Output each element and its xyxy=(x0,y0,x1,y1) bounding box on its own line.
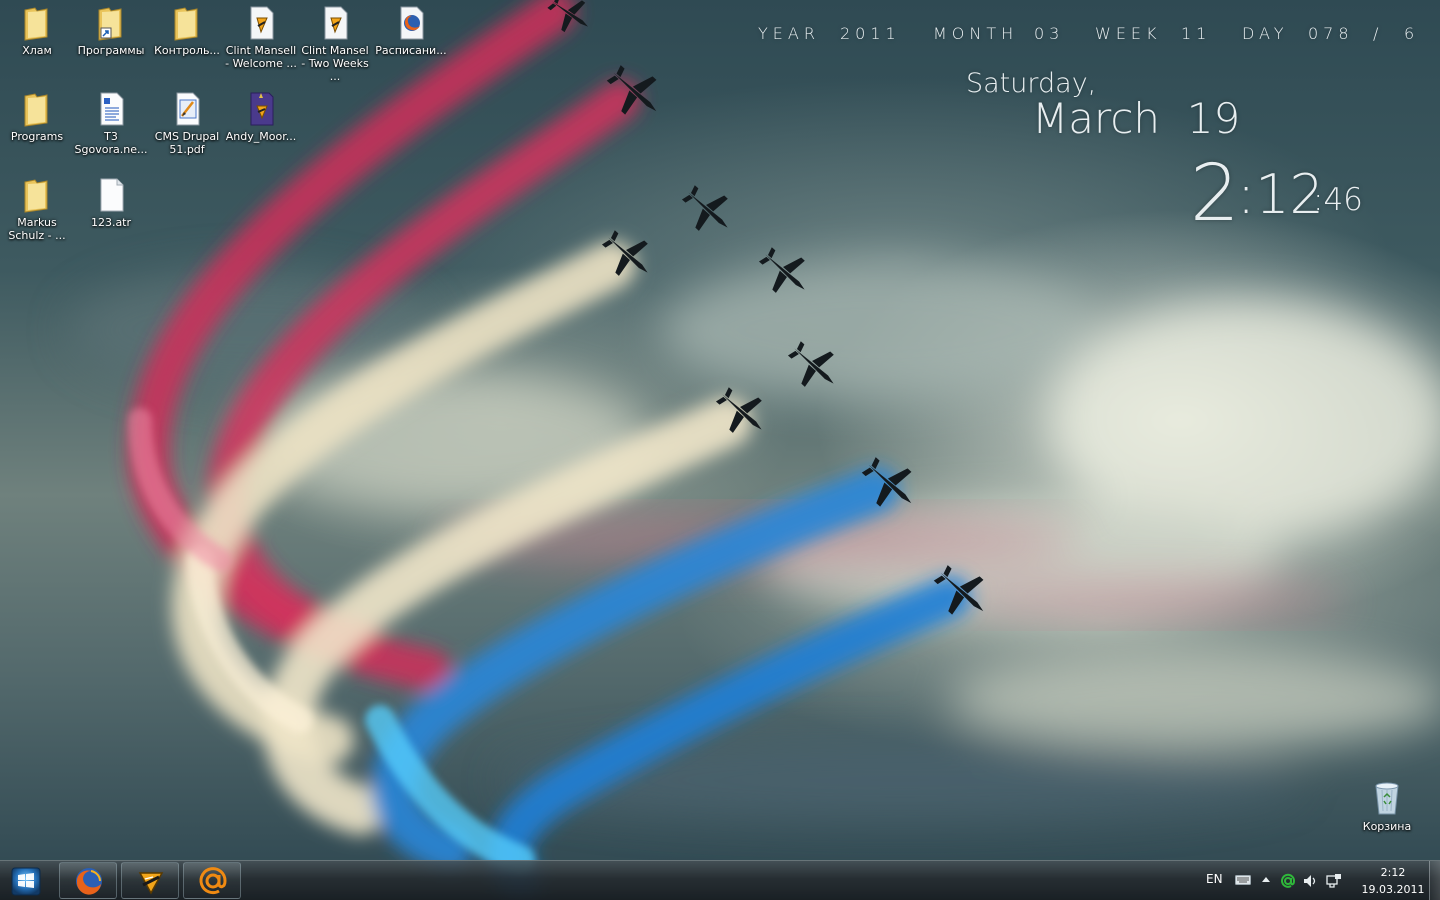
mail-at-icon xyxy=(199,867,227,895)
day-of-year-value: 078 xyxy=(1308,24,1354,43)
date-separator: / xyxy=(1373,24,1384,43)
month-value: 03 xyxy=(1034,24,1065,43)
document-icon xyxy=(100,92,124,126)
taskbar-firefox-button[interactable] xyxy=(59,862,117,899)
recycle-bin-icon xyxy=(1375,782,1399,815)
year-label: YEAR xyxy=(758,24,820,43)
tray-clock-time[interactable]: 2:12 xyxy=(1376,866,1410,879)
show-hidden-icons-icon[interactable] xyxy=(1261,875,1271,883)
desktop-icon-clint-mansel-two-weeks[interactable]: Clint Mansel - Two Weeks ... xyxy=(298,4,372,83)
recycle-bin-label: Корзина xyxy=(1362,820,1412,833)
folder-icon xyxy=(24,179,48,213)
desktop-icon-clint-mansell-welcome[interactable]: Clint Mansell - Welcome ... xyxy=(224,4,298,70)
desktop-icon-kontrol[interactable]: Контроль... xyxy=(150,4,224,57)
keyboard-icon[interactable] xyxy=(1235,875,1251,885)
tray-clock-date[interactable]: 19.03.2011 xyxy=(1356,883,1430,896)
desktop-icon-cms-drupal-pdf[interactable]: CMS Drupal 51.pdf xyxy=(150,90,224,156)
desktop-icon-raspisanie[interactable]: Расписани... xyxy=(374,4,448,57)
desktop-icon-label: Andy_Moor... xyxy=(225,130,297,143)
desktop-icon-programmy[interactable]: Программы xyxy=(74,4,148,57)
winamp-file-icon xyxy=(250,6,274,40)
desktop-icon-andy-moor[interactable]: Andy_Moor... xyxy=(224,90,298,143)
desktop-icon-label: Clint Mansel - Two Weeks ... xyxy=(301,44,369,83)
desktop-icon-hlam[interactable]: Хлам xyxy=(0,4,74,57)
desktop-icon-label: T3 Sgovora.ne... xyxy=(74,130,148,156)
desktop[interactable]: Хлам Программы Контроль... Clint Mansell… xyxy=(0,0,1440,900)
folder-icon xyxy=(24,93,48,127)
playlist-icon xyxy=(250,92,274,126)
show-desktop-button[interactable] xyxy=(1429,861,1440,900)
desktop-icon-markus-schulz[interactable]: Markus Schulz - ... xyxy=(0,176,74,242)
recycle-bin[interactable]: Корзина xyxy=(1350,780,1424,833)
desktop-icon-label: Programs xyxy=(10,130,64,143)
firefox-icon xyxy=(76,868,102,895)
clock-minutes: :12 xyxy=(1237,163,1324,226)
firefox-file-icon xyxy=(400,6,424,40)
day-label: DAY xyxy=(1242,24,1289,43)
week-value: 11 xyxy=(1181,24,1212,43)
network-icon[interactable] xyxy=(1326,873,1342,889)
winamp-icon xyxy=(138,872,164,895)
desktop-icon-123-atr[interactable]: 123.atr xyxy=(74,176,148,229)
folder-icon xyxy=(24,7,48,41)
month-day-text: March 19 xyxy=(1032,94,1241,143)
desktop-icon-label: Контроль... xyxy=(154,44,220,57)
blank-file-icon xyxy=(100,178,124,212)
start-button[interactable] xyxy=(4,863,48,899)
week-label: WEEK xyxy=(1095,24,1162,43)
clock-hour: 2 xyxy=(1190,149,1240,239)
volume-icon[interactable] xyxy=(1302,873,1318,889)
winamp-file-icon xyxy=(324,6,348,40)
desktop-icon-label: Программы xyxy=(77,44,145,57)
desktop-icon-label: Расписани... xyxy=(375,44,447,57)
desktop-icon-programs[interactable]: Programs xyxy=(0,90,74,143)
day-of-week-value: 6 xyxy=(1404,24,1420,43)
clock-seconds: :46 xyxy=(1313,182,1363,218)
system-tray: EN 2:12 19.03.2011 xyxy=(1190,861,1440,900)
windows-logo-icon xyxy=(11,867,41,896)
desktop-icon-label: Markus Schulz - ... xyxy=(8,216,66,242)
desktop-icon-label: Clint Mansell - Welcome ... xyxy=(225,44,297,70)
year-value: 2011 xyxy=(840,24,901,43)
folder-icon xyxy=(174,7,198,41)
agent-status-icon[interactable] xyxy=(1280,873,1296,889)
date-clock-widget: YEAR 2011 MONTH 03 WEEK 11 DAY 078 / 6 S… xyxy=(740,20,1430,250)
desktop-icon-t3-sgovora[interactable]: T3 Sgovora.ne... xyxy=(74,90,148,156)
taskbar-winamp-button[interactable] xyxy=(121,862,179,899)
folder-shortcut-icon xyxy=(98,7,122,41)
desktop-icon-label: CMS Drupal 51.pdf xyxy=(154,130,220,156)
desktop-icon-label: 123.atr xyxy=(90,216,132,229)
taskbar: EN 2:12 19.03.2011 xyxy=(0,860,1440,900)
month-label: MONTH xyxy=(933,24,1019,43)
taskbar-mail-agent-button[interactable] xyxy=(183,862,241,899)
language-indicator[interactable]: EN xyxy=(1206,872,1223,886)
pdf-icon xyxy=(176,92,200,126)
desktop-icon-label: Хлам xyxy=(22,44,52,57)
